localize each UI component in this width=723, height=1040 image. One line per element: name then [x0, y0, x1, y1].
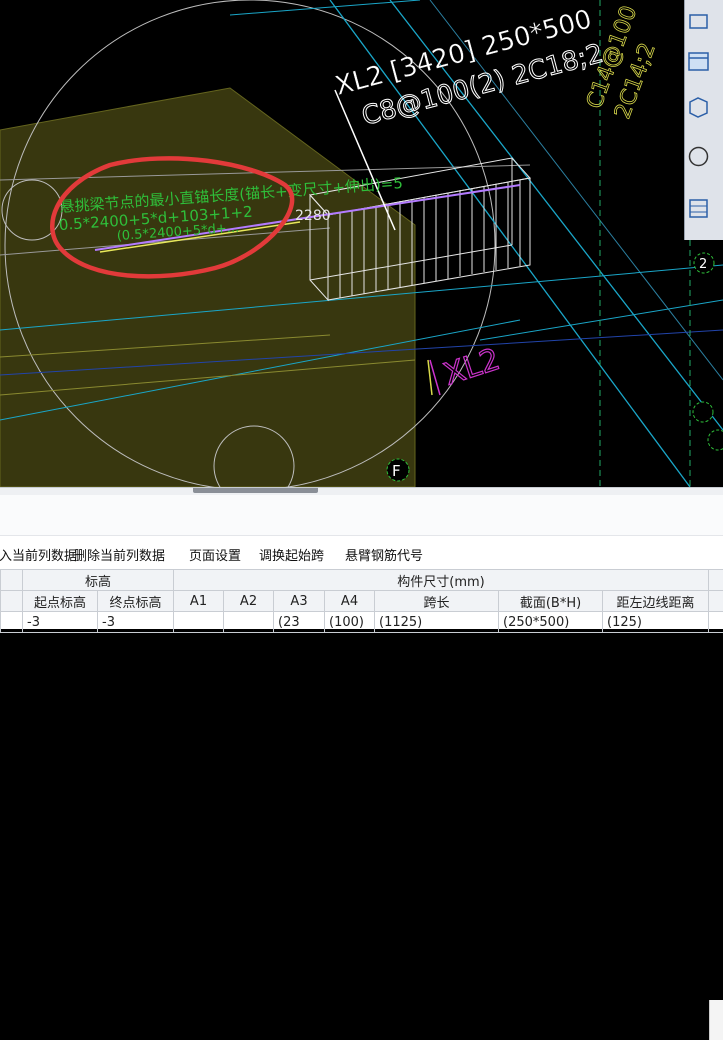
table-cell[interactable]	[174, 612, 224, 633]
grid-icon[interactable]	[685, 195, 712, 222]
panel-header-strip	[0, 495, 723, 536]
table-header-cell	[1, 591, 23, 612]
table-cell[interactable]	[224, 612, 274, 633]
table-cell	[709, 612, 723, 633]
table-group-elevation: 标高	[23, 570, 174, 591]
slab-region	[0, 88, 415, 487]
cad-drawing[interactable]: XL2 [3420] 250*500 C8@100(2) 2C18;2 C14@…	[0, 0, 723, 487]
circle-icon[interactable]	[685, 143, 712, 170]
table-cell[interactable]: (23	[274, 612, 325, 633]
beam-data-table: 标高 构件尺寸(mm) 起点标高 终点标高 A1 A2 A3 A4 跨长 截面(…	[0, 569, 723, 633]
axis-balloon[interactable]	[708, 430, 723, 450]
table-cell[interactable]: (250*500)	[499, 612, 603, 633]
table-header-left-edge-distance[interactable]: 距左边线距离	[603, 591, 709, 612]
side-collapse-tab[interactable]	[709, 1000, 723, 1040]
axis-line	[230, 0, 420, 15]
table-cell[interactable]: (125)	[603, 612, 709, 633]
view-toolbar	[684, 0, 723, 240]
table-cell[interactable]: -3	[23, 612, 98, 633]
table-header-row: 起点标高 终点标高 A1 A2 A3 A4 跨长 截面(B*H) 距左边线距离	[1, 591, 723, 612]
table-group-size: 构件尺寸(mm)	[174, 570, 709, 591]
table-cell[interactable]: (100)	[325, 612, 375, 633]
table-cell[interactable]: -3	[98, 612, 174, 633]
table-group-header-row: 标高 构件尺寸(mm)	[1, 570, 723, 591]
menu-cantilever-code[interactable]: 悬臂钢筋代号	[345, 545, 423, 564]
table-header-section[interactable]: 截面(B*H)	[499, 591, 603, 612]
axis-line	[480, 300, 723, 340]
table-header-start-elevation[interactable]: 起点标高	[23, 591, 98, 612]
table-header-a1[interactable]: A1	[174, 591, 224, 612]
table-header-end-elevation[interactable]: 终点标高	[98, 591, 174, 612]
window-icon[interactable]	[685, 48, 712, 75]
table-cell	[1, 612, 23, 633]
rectangle-icon[interactable]	[685, 8, 712, 35]
beam-table-panel: 插入当前列数据 删除当前列数据 页面设置 调换起始跨 悬臂钢筋代号 标高 构件尺…	[0, 495, 723, 629]
axis-label-f: F	[392, 462, 401, 480]
table-header-cell	[709, 591, 723, 612]
menu-swap-start-span[interactable]: 调换起始跨	[259, 545, 324, 564]
table-header-a4[interactable]: A4	[325, 591, 375, 612]
table-header-cell	[709, 570, 723, 591]
table-cell[interactable]: (1125)	[375, 612, 499, 633]
menu-delete-column[interactable]: 删除当前列数据	[74, 545, 165, 564]
cad-viewport[interactable]: XL2 [3420] 250*500 C8@100(2) 2C18;2 C14@…	[0, 0, 723, 487]
table-header-a3[interactable]: A3	[274, 591, 325, 612]
table-header-cell	[1, 570, 23, 591]
splitter-grip[interactable]	[193, 488, 318, 493]
menu-page-setup[interactable]: 页面设置	[189, 545, 241, 564]
table-header-a2[interactable]: A2	[224, 591, 274, 612]
axis-balloon[interactable]	[693, 402, 713, 422]
beam-name-magenta: XL2	[440, 342, 504, 393]
axis-label-2: 2	[699, 257, 707, 272]
table-menubar: 插入当前列数据 删除当前列数据 页面设置 调换起始跨 悬臂钢筋代号	[0, 539, 723, 565]
table-row[interactable]: -3 -3 (23 (100) (1125) (250*500) (125)	[1, 612, 723, 633]
cube-icon[interactable]	[685, 93, 712, 120]
table-header-span-length[interactable]: 跨长	[375, 591, 499, 612]
menu-insert-column[interactable]: 插入当前列数据	[0, 545, 77, 564]
dimension-value: 2280	[295, 208, 331, 224]
